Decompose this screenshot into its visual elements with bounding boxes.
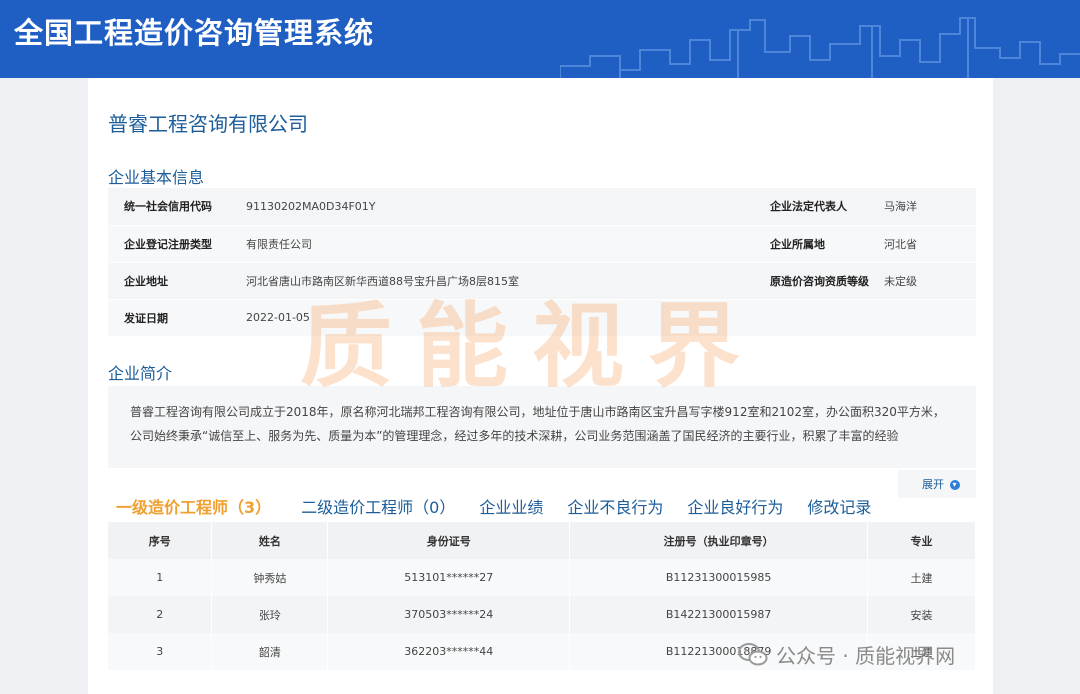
skyline-decoration [560,17,1080,78]
basic-info-table: 统一社会信用代码 91130202MA0D34F01Y 企业法定代表人 马海洋 … [108,188,976,337]
table-cell: 362203******44 [327,633,571,670]
table-cell: 370503******24 [327,596,571,633]
tab-performance[interactable]: 企业业绩 [479,494,543,522]
info-label: 企业登记注册类型 [108,225,242,263]
wechat-label: 公众号 · 质能视界网 [776,644,956,668]
info-value: 有限责任公司 [242,225,754,263]
info-label: 原造价咨询资质等级 [754,262,880,300]
info-row: 统一社会信用代码 91130202MA0D34F01Y 企业法定代表人 马海洋 [108,188,976,226]
info-row: 企业登记注册类型 有限责任公司 企业所属地 河北省 [108,225,976,263]
info-value [880,299,976,337]
chevron-down-circle-icon: ▾ [949,480,960,490]
info-row: 企业地址 河北省唐山市路南区新华西道88号宝升昌广场8层815室 原造价咨询资质… [108,262,976,300]
table-row: 1 钟秀姑 513101******27 B11231300015985 土建 [108,559,976,596]
table-cell: 韶清 [211,633,329,670]
info-value: 2022-01-05 [242,299,754,337]
company-detail-card: 普睿工程咨询有限公司 企业基本信息 统一社会信用代码 91130202MA0D3… [88,78,993,694]
intro-box: 普睿工程咨询有限公司成立于2018年，原名称河北瑞邦工程咨询有限公司，地址位于唐… [108,386,976,468]
table-header-row: 序号 姓名 身份证号 注册号（执业印章号） 专业 [108,522,976,559]
engineer-tabs: 一级造价工程师（3） 二级造价工程师（0） 企业业绩 企业不良行为 企业良好行为… [116,494,895,522]
info-value: 马海洋 [880,188,976,226]
tab-bad-behavior[interactable]: 企业不良行为 [567,494,663,522]
info-label: 企业所属地 [754,225,880,263]
table-cell: 3 [108,633,213,670]
info-label: 企业法定代表人 [754,188,880,226]
info-value: 未定级 [880,262,976,300]
column-header: 身份证号 [327,522,571,559]
table-cell: 安装 [867,596,976,633]
intro-text: 普睿工程咨询有限公司成立于2018年，原名称河北瑞邦工程咨询有限公司，地址位于唐… [130,405,945,443]
wechat-icon [738,642,768,665]
basic-info-title: 企业基本信息 [108,168,205,187]
info-label: 发证日期 [108,299,242,337]
wechat-account-label: 公众号 · 质能视界网 [738,640,955,669]
header-bar: 全国工程造价咨询管理系统 [0,0,1080,78]
info-value: 91130202MA0D34F01Y [242,188,754,226]
table-cell: 1 [108,559,213,596]
expand-label: 展开 [922,478,944,491]
tab-change-log[interactable]: 修改记录 [807,494,871,522]
table-cell: 513101******27 [327,559,571,596]
company-name: 普睿工程咨询有限公司 [108,112,308,136]
info-row: 发证日期 2022-01-05 [108,299,976,337]
column-header: 序号 [108,522,213,559]
expand-button[interactable]: 展开 ▾ [898,470,976,498]
column-header: 姓名 [211,522,329,559]
table-cell: B14221300015987 [569,596,869,633]
intro-title: 企业简介 [108,364,173,383]
system-title: 全国工程造价咨询管理系统 [14,16,375,50]
tab-first-class-engineers[interactable]: 一级造价工程师（3） [116,494,271,522]
table-cell: 张玲 [211,596,329,633]
info-value: 河北省唐山市路南区新华西道88号宝升昌广场8层815室 [242,262,754,300]
table-cell: 土建 [867,559,976,596]
info-value: 河北省 [880,225,976,263]
info-label [754,299,880,337]
tab-good-behavior[interactable]: 企业良好行为 [687,494,783,522]
table-cell: B11231300015985 [569,559,869,596]
table-cell: 钟秀姑 [211,559,329,596]
table-row: 2 张玲 370503******24 B14221300015987 安装 [108,596,976,633]
info-label: 统一社会信用代码 [108,188,242,226]
column-header: 注册号（执业印章号） [569,522,869,559]
table-cell: 2 [108,596,213,633]
column-header: 专业 [867,522,976,559]
tab-second-class-engineers[interactable]: 二级造价工程师（0） [301,494,455,522]
info-label: 企业地址 [108,262,242,300]
